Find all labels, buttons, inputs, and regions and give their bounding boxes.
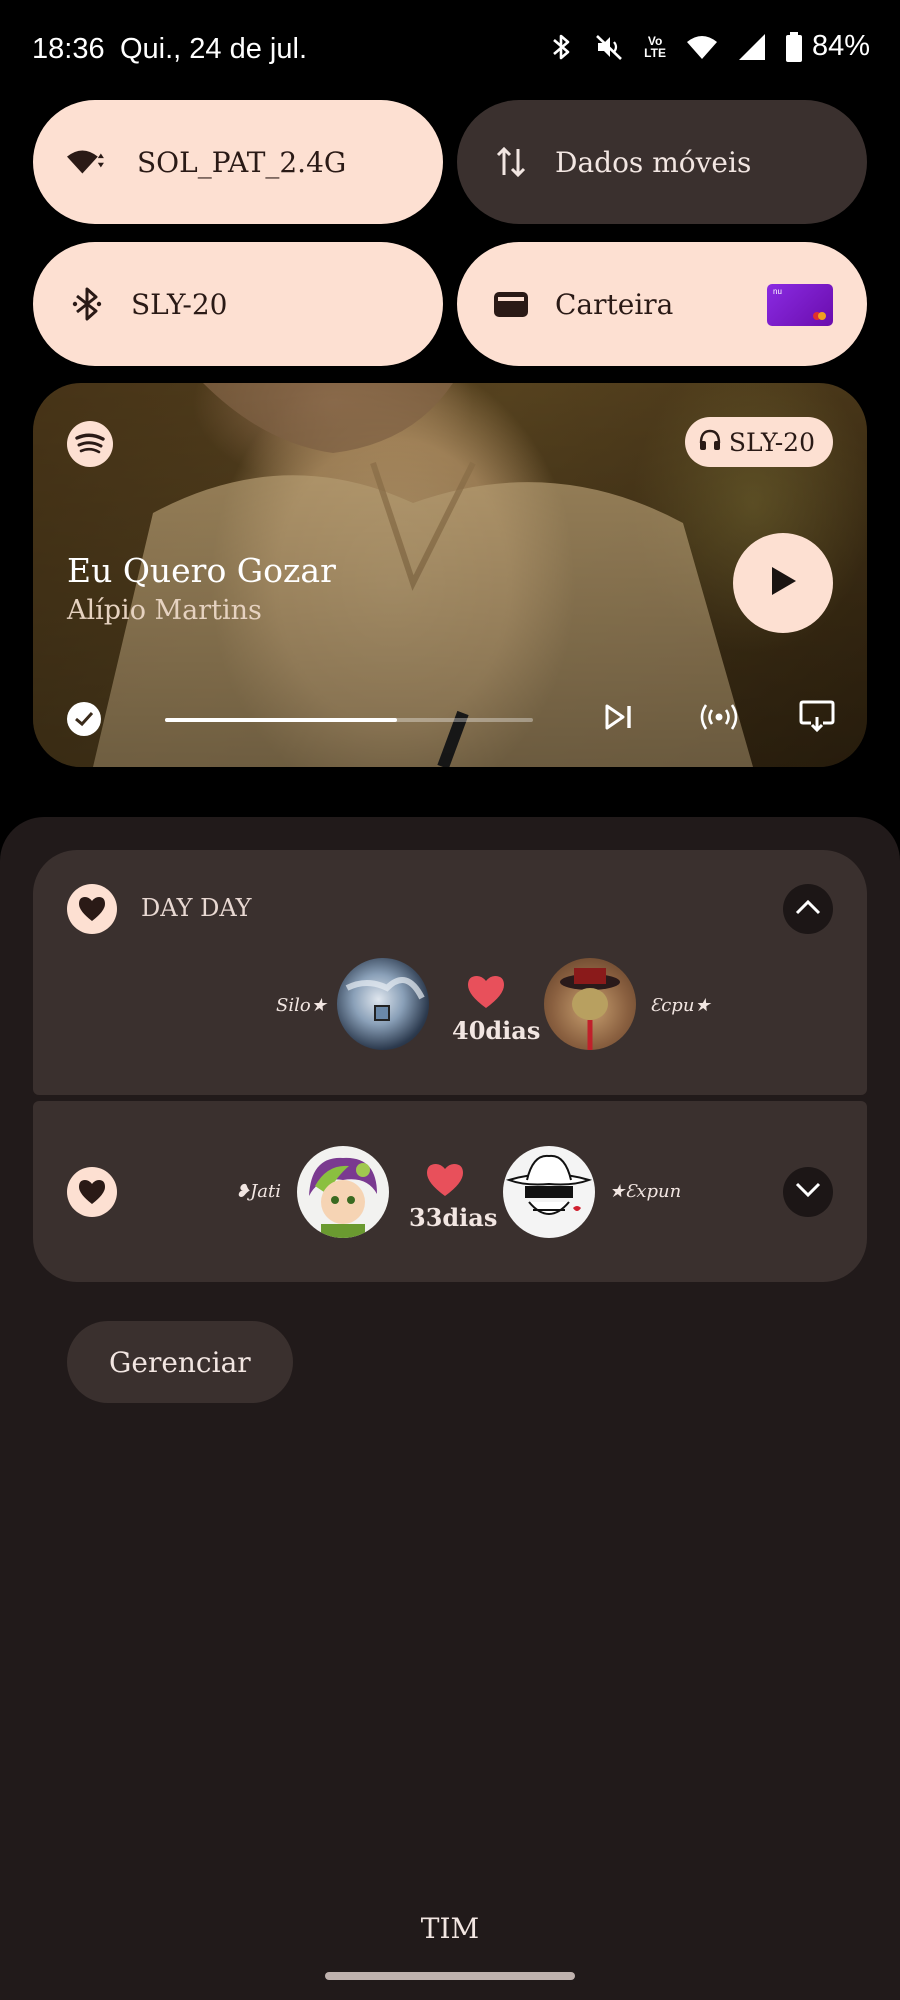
tile-wallet[interactable]: Carteira nu — [457, 242, 867, 366]
collapse-button[interactable] — [783, 884, 833, 934]
carrier-label: TIM — [420, 1912, 480, 1945]
tile-bluetooth-label: SLY-20 — [131, 287, 228, 321]
expand-button[interactable] — [783, 1167, 833, 1217]
wifi-icon — [67, 142, 107, 182]
status-date: Qui., 24 de jul. — [120, 33, 307, 65]
avatar — [544, 958, 636, 1050]
heart-app-icon — [67, 1167, 117, 1217]
heart-icon — [466, 974, 506, 1014]
home-gesture-bar[interactable] — [325, 1972, 575, 1980]
volte-label-bottom: LTE — [644, 45, 666, 60]
volte-icon: Vo LTE — [644, 35, 666, 59]
notification-group-day-day: DAY DAY Silo★ 40dias Ɛcpu★ ❥Jati 33dias … — [33, 850, 867, 1282]
tile-wifi[interactable]: SOL_PAT_2.4G — [33, 100, 443, 224]
days-counter: 33dias — [409, 1203, 498, 1232]
play-button[interactable] — [733, 533, 833, 633]
mobile-data-icon — [491, 142, 531, 182]
saved-check-icon[interactable] — [67, 702, 101, 736]
manage-notifications-button[interactable]: Gerenciar — [67, 1321, 293, 1403]
song-title: Eu Quero Gozar — [67, 551, 336, 590]
tile-mobile-data-label: Dados móveis — [555, 145, 752, 179]
left-nickname: ❥Jati — [235, 1181, 282, 1202]
seek-bar-progress — [165, 718, 397, 722]
chevron-down-icon — [795, 1182, 821, 1202]
left-nickname: Silo★ — [276, 995, 327, 1016]
broadcast-button[interactable] — [697, 697, 741, 741]
wallet-card-thumbnail: nu — [767, 284, 833, 326]
bluetooth-icon — [550, 32, 574, 62]
right-nickname: ★Ɛxpun — [609, 1181, 682, 1202]
status-bar: 18:36 Qui., 24 de jul. Vo LTE 84% — [0, 0, 900, 100]
seek-bar[interactable] — [165, 718, 533, 722]
battery-icon — [785, 31, 802, 62]
right-nickname: Ɛcpu★ — [650, 995, 711, 1016]
heart-icon — [425, 1162, 465, 1202]
cast-icon — [799, 699, 835, 739]
vibrate-off-icon — [594, 32, 624, 62]
skip-next-button[interactable] — [597, 697, 641, 741]
media-player[interactable]: SLY-20 Eu Quero Gozar Alípio Martins — [33, 383, 867, 767]
wifi-icon — [686, 34, 718, 60]
bluetooth-icon — [67, 284, 107, 324]
output-device-chip[interactable]: SLY-20 — [684, 417, 833, 467]
wallet-card-brand: nu — [773, 287, 782, 296]
status-icons: Vo LTE 84% — [550, 30, 870, 63]
broadcast-icon — [700, 702, 738, 736]
battery-percent: 84% — [811, 30, 870, 62]
tile-bluetooth[interactable]: SLY-20 — [33, 242, 443, 366]
tile-wallet-label: Carteira — [555, 287, 674, 321]
wallet-icon — [491, 284, 531, 324]
avatar — [337, 958, 429, 1050]
tile-wifi-label: SOL_PAT_2.4G — [137, 145, 347, 179]
signal-icon — [738, 33, 766, 61]
avatar — [503, 1146, 595, 1238]
skip-next-icon — [604, 703, 634, 735]
volte-label-top: Vo — [647, 33, 663, 48]
output-device-label: SLY-20 — [728, 427, 815, 457]
notification-card[interactable]: ❥Jati 33dias ★Ɛxpun — [33, 1101, 867, 1282]
cast-button[interactable] — [795, 697, 839, 741]
status-time: 18:36 — [32, 33, 105, 65]
spotify-icon[interactable] — [67, 421, 113, 467]
days-counter: 40dias — [452, 1016, 541, 1045]
heart-app-icon — [67, 884, 117, 934]
headphones-icon — [699, 428, 721, 457]
tile-mobile-data[interactable]: Dados móveis — [457, 100, 867, 224]
play-icon — [768, 565, 798, 601]
chevron-up-icon — [795, 899, 821, 919]
notification-card[interactable]: DAY DAY Silo★ 40dias Ɛcpu★ — [33, 850, 867, 1095]
song-artist: Alípio Martins — [67, 595, 262, 626]
avatar — [297, 1146, 389, 1238]
notification-app-name: DAY DAY — [141, 894, 252, 922]
